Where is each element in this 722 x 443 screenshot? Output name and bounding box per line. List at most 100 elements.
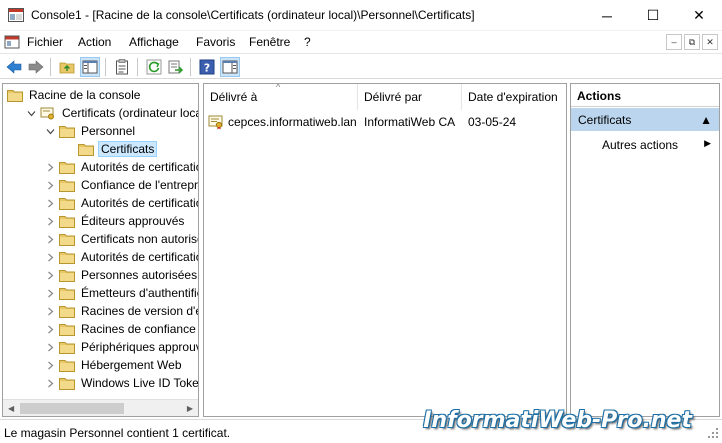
tree-item[interactable]: Confiance de l'entreprise (45, 176, 198, 194)
collapsed-chevron-icon[interactable] (45, 162, 55, 172)
tree-item[interactable]: Hébergement Web (45, 356, 184, 374)
collapsed-chevron-icon[interactable] (45, 360, 55, 370)
menu-bar: Fichier Action Affichage Favoris Fenêtre… (0, 31, 722, 53)
up-folder-icon (59, 62, 75, 74)
back-button[interactable] (4, 57, 24, 77)
tree-item[interactable]: Périphériques approuvés (45, 338, 198, 356)
menu-action[interactable]: Action (78, 35, 111, 49)
console-tree-pane[interactable]: Racine de la console Certificats (ordinat… (2, 83, 199, 417)
collapsed-chevron-icon[interactable] (45, 234, 55, 244)
tree-item[interactable]: Personnel (45, 122, 137, 140)
tree-item[interactable]: Racines de version d'éval (45, 302, 198, 320)
collapsed-chevron-icon[interactable] (45, 378, 55, 388)
cell-expiration: 03-05-24 (468, 115, 517, 129)
tree-item-label: Racine de la console (29, 88, 141, 102)
cell-issued-to: cepces.informatiweb.lan (228, 115, 357, 129)
system-menu-icon[interactable] (4, 34, 20, 50)
mdi-restore-button[interactable]: ⧉ (684, 34, 700, 50)
tree-item-label: Périphériques approuvés (81, 340, 198, 354)
up-folder-button[interactable] (57, 57, 77, 77)
collapsed-chevron-icon[interactable] (45, 216, 55, 226)
show-hide-action-pane-icon (222, 60, 238, 74)
tree-item[interactable]: Racines de confiance de c (45, 320, 198, 338)
folder-icon (59, 377, 75, 390)
scroll-right-icon[interactable]: ▶ (187, 404, 193, 413)
tree-item[interactable]: Racine de la console (7, 86, 142, 104)
tree-item-label: Racines de confiance de c (81, 322, 198, 336)
properties-icon (116, 59, 128, 75)
properties-button[interactable] (112, 57, 132, 77)
tree-horizontal-scrollbar[interactable]: ◀ ▶ (3, 399, 198, 416)
tree-item-label: Autorités de certification (81, 250, 199, 264)
tree-item-label: Windows Live ID Token Is (81, 376, 199, 390)
column-header-expiration[interactable]: Date d'expiration (462, 84, 566, 110)
menu-help[interactable]: ? (304, 35, 311, 49)
tree-item[interactable]: Certificats non autorisés (45, 230, 199, 248)
tree-item-label: Certificats non autorisés (81, 232, 199, 246)
collapsed-chevron-icon[interactable] (45, 270, 55, 280)
tree-item[interactable]: Windows Live ID Token Is (45, 374, 199, 392)
folder-icon (59, 233, 75, 246)
mdi-minimize-button[interactable]: – (666, 34, 682, 50)
tree-item-label: Racines de version d'éval (81, 304, 198, 318)
refresh-button[interactable] (144, 57, 164, 77)
column-header-issued-to[interactable]: Délivré à ^ (204, 84, 358, 110)
tree-item-label: Hébergement Web (81, 358, 182, 372)
collapsed-chevron-icon[interactable] (45, 288, 55, 298)
menu-favoris[interactable]: Favoris (196, 35, 235, 49)
expanded-chevron-icon[interactable] (45, 126, 55, 136)
more-actions-item[interactable]: Autres actions (602, 138, 678, 152)
tree-item-label: Certificats (ordinateur local) (62, 106, 199, 120)
mmc-console-icon (8, 8, 24, 22)
title-bar: Console1 - [Racine de la console\Certifi… (0, 0, 722, 31)
tree-item[interactable]: Autorités de certification (45, 194, 198, 212)
actions-section-certificats[interactable]: Certificats ▲ (571, 108, 719, 131)
tree-item-label: Certificats (98, 141, 158, 157)
collapsed-chevron-icon[interactable] (45, 198, 55, 208)
collapsed-chevron-icon[interactable] (45, 252, 55, 262)
export-list-icon (168, 60, 184, 74)
tree-item[interactable]: Personnes autorisées (45, 266, 198, 284)
menu-fichier[interactable]: Fichier (27, 35, 63, 49)
scroll-left-icon[interactable]: ◀ (8, 404, 14, 413)
tree-item[interactable]: Émetteurs d'authentificat (45, 284, 198, 302)
menu-affichage[interactable]: Affichage (129, 35, 179, 49)
submenu-arrow-icon: ▶ (704, 138, 711, 148)
folder-icon (59, 341, 75, 354)
export-list-button[interactable] (166, 57, 186, 77)
expanded-chevron-icon[interactable] (26, 108, 36, 118)
tree-item-label: Personnel (81, 124, 136, 138)
cell-issued-by: InformatiWeb CA (364, 115, 456, 129)
tree-item[interactable]: Éditeurs approuvés (45, 212, 186, 230)
svg-text:?: ? (204, 62, 210, 75)
column-header-issued-by[interactable]: Délivré par (358, 84, 462, 110)
collapsed-chevron-icon[interactable] (45, 180, 55, 190)
result-list-pane[interactable]: Délivré à ^ Délivré par Date d'expiratio… (203, 83, 567, 417)
tree-item[interactable]: Certificats (64, 140, 158, 158)
forward-button[interactable] (26, 57, 46, 77)
collapsed-chevron-icon[interactable] (45, 306, 55, 316)
menu-fenetre[interactable]: Fenêtre (249, 35, 290, 49)
resize-grip-icon[interactable] (706, 426, 720, 440)
certificate-icon (208, 115, 223, 130)
help-button[interactable]: ? (197, 57, 217, 77)
tree-scroll-thumb[interactable] (20, 403, 124, 414)
show-hide-tree-button[interactable] (80, 57, 100, 77)
minimize-button[interactable]: ─ (584, 0, 630, 31)
folder-icon (59, 197, 75, 210)
console-root-folder-icon (7, 89, 23, 102)
folder-icon (59, 125, 75, 138)
mdi-close-button[interactable]: ✕ (702, 34, 718, 50)
folder-icon (59, 359, 75, 372)
tree-item[interactable]: Autorités de certification (45, 248, 199, 266)
tree-item[interactable]: Autorités de certification (45, 158, 198, 176)
maximize-button[interactable]: ☐ (630, 0, 676, 31)
show-hide-action-pane-button[interactable] (220, 57, 240, 77)
collapsed-chevron-icon[interactable] (45, 324, 55, 334)
actions-pane: Actions Certificats ▲ Autres actions ▶ (570, 83, 720, 417)
tree-item[interactable]: Certificats (ordinateur local) (26, 104, 199, 122)
folder-icon (59, 161, 75, 174)
collapsed-chevron-icon[interactable] (45, 342, 55, 352)
close-button[interactable]: ✕ (676, 0, 722, 31)
collapse-icon[interactable]: ▲ (700, 113, 712, 127)
